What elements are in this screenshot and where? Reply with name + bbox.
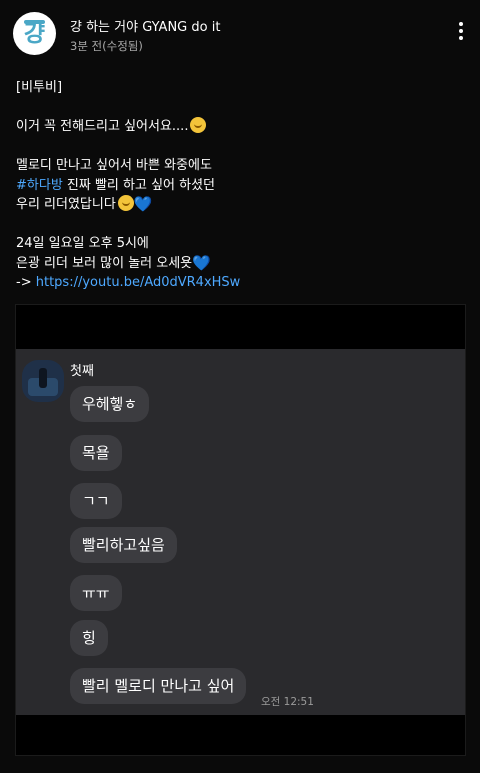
more-vertical-icon[interactable] — [452, 22, 470, 46]
post-line: #하다방 진짜 빨리 하고 싶어 하셨던 — [16, 176, 466, 196]
post-line: 은광 리더 보러 많이 놀러 오세욧💙 — [16, 254, 466, 274]
post-line-text: 은광 리더 보러 많이 놀러 오세욧 — [16, 255, 193, 271]
hugging-face-emoji-icon — [190, 117, 207, 133]
post-line: [비투비] — [16, 80, 63, 95]
post-line: -> https://youtu.be/Ad0dVR4xHSw — [16, 273, 466, 293]
post-blank-line — [16, 215, 466, 235]
post-body: [비투비] 이거 꼭 전해드리고 싶어서요.... 멜로디 만나고 싶어서 바쁜… — [16, 78, 466, 293]
arrow-text: -> — [16, 275, 32, 290]
community-post-page: 걍 걍 하는 거야 GYANG do it 3분 전(수정됨) [비투비] 이거… — [0, 0, 480, 773]
post-blank-line — [16, 137, 466, 157]
crying-face-emoji-icon — [117, 195, 134, 211]
chat-bubble: 힝 — [70, 620, 108, 656]
post-timestamp: 3분 전(수정됨) — [70, 39, 143, 53]
avatar-decoration — [24, 20, 45, 24]
post-line: 우리 리더였답니다 💙 — [16, 195, 466, 215]
message-time: 오전 12:51 — [261, 696, 314, 708]
chat-screenshot: 첫째 우헤헿ㅎ 목욜 ㄱㄱ 빨리하고싶음 ㅠㅠ 힝 빨리 멜로디 만나고 싶어 … — [16, 349, 465, 715]
chat-bubble: 목욜 — [70, 435, 122, 471]
post-line-text: 이거 꼭 전해드리고 싶어서요.... — [16, 119, 189, 134]
chat-bubble: 우헤헿ㅎ — [70, 386, 150, 422]
chat-bubble: ㅠㅠ — [70, 575, 122, 611]
post-line-text: 진짜 빨리 하고 싶어 하셨던 — [66, 177, 216, 193]
blue-heart-icon: 💙 — [192, 253, 211, 272]
channel-avatar[interactable]: 걍 — [13, 12, 56, 55]
sender-name: 첫째 — [70, 364, 94, 379]
avatar-text: 걍 — [23, 21, 46, 47]
post-line-text: 우리 리더였답니다 — [16, 197, 116, 212]
post-line: 멜로디 만나고 싶어서 바쁜 와중에도 — [16, 158, 212, 173]
chat-bubble: 빨리하고싶음 — [70, 527, 177, 563]
chat-bubble: ㄱㄱ — [70, 483, 122, 519]
chat-bubble: 빨리 멜로디 만나고 싶어 — [70, 668, 247, 704]
post-blank-line — [16, 98, 466, 118]
post-line: 24일 일요일 오후 5시에 — [16, 236, 149, 251]
post-image[interactable]: 첫째 우헤헿ㅎ 목욜 ㄱㄱ 빨리하고싶음 ㅠㅠ 힝 빨리 멜로디 만나고 싶어 … — [15, 304, 466, 756]
blue-heart-icon: 💙 — [133, 195, 153, 213]
youtube-link[interactable]: https://youtu.be/Ad0dVR4xHSw — [36, 275, 241, 290]
post-header: 걍 걍 하는 거야 GYANG do it 3분 전(수정됨) — [0, 0, 480, 64]
hashtag-link[interactable]: #하다방 — [16, 178, 63, 193]
post-line: 이거 꼭 전해드리고 싶어서요.... — [16, 117, 466, 137]
channel-name[interactable]: 걍 하는 거야 GYANG do it — [70, 16, 220, 35]
sender-avatar — [22, 360, 64, 402]
